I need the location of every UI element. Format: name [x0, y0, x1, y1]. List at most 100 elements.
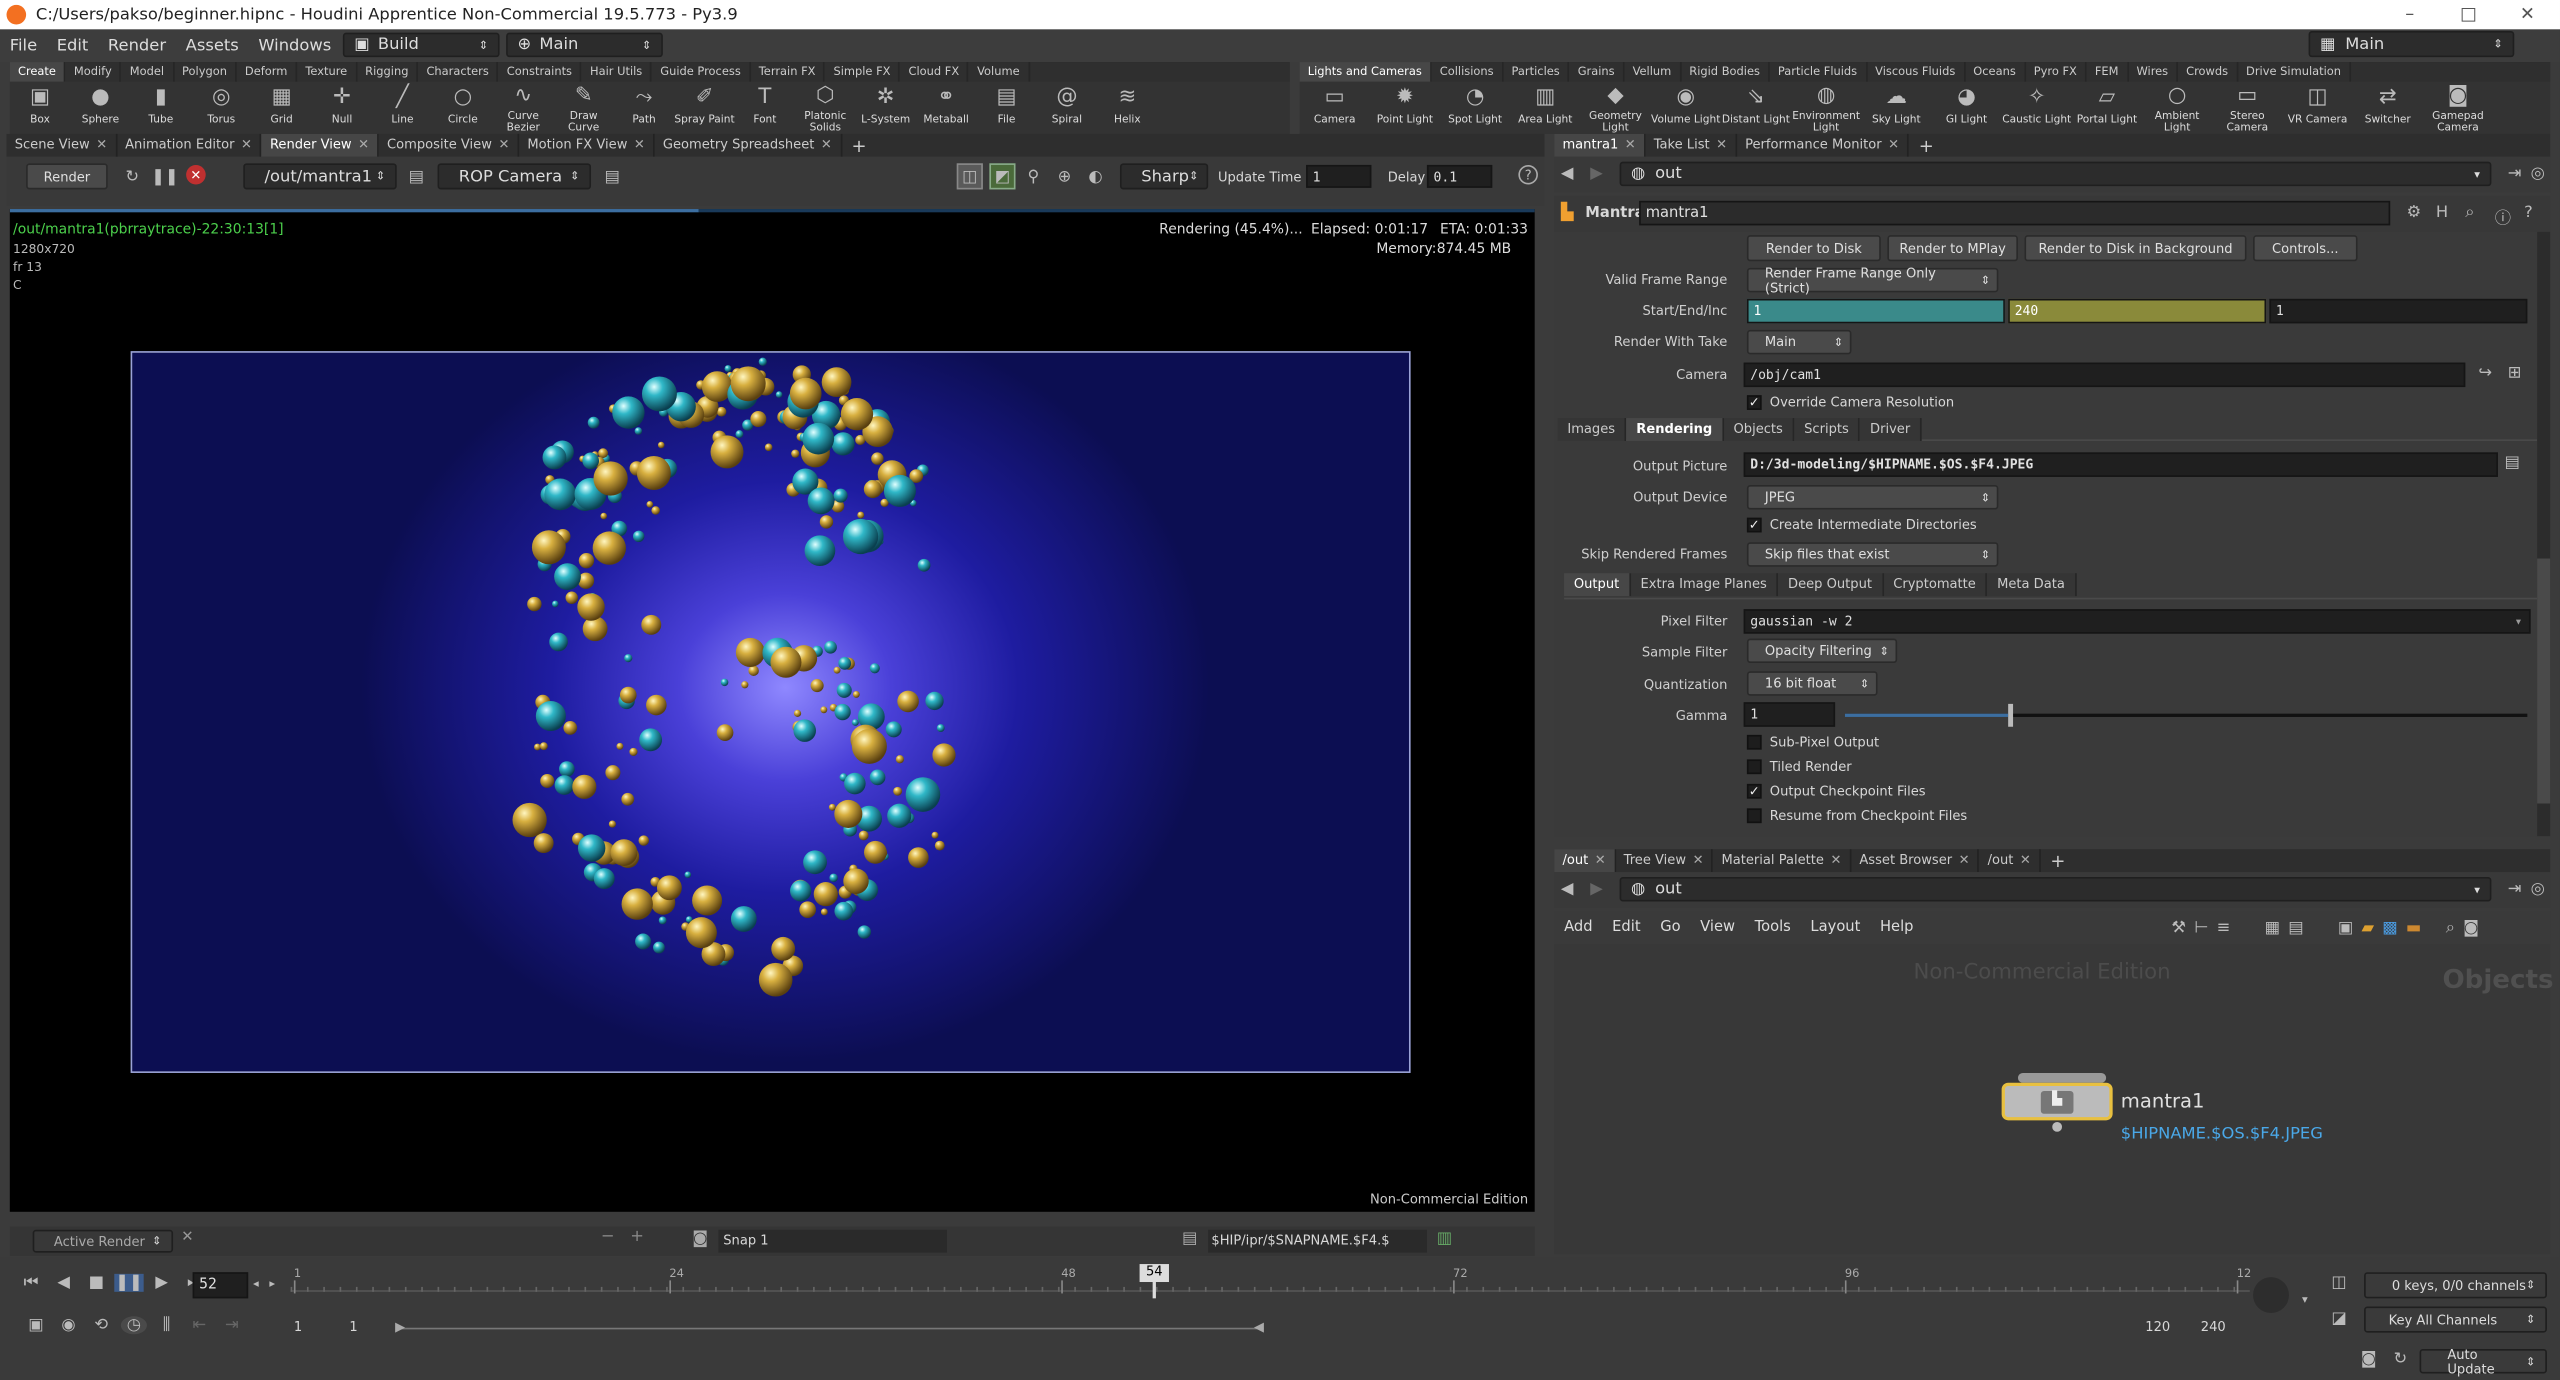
- image-icon[interactable]: ▣: [2338, 918, 2353, 938]
- tool-ambient-light[interactable]: ○ Ambient Light: [2142, 82, 2212, 134]
- shelf-tab-create[interactable]: Create: [9, 62, 66, 82]
- output-tab-extra-image-planes[interactable]: Extra Image Planes: [1630, 573, 1779, 597]
- close-tab-icon[interactable]: ✕: [241, 137, 252, 152]
- tab-scene-view[interactable]: Scene View ✕: [7, 133, 117, 157]
- back-icon[interactable]: ◀: [1561, 880, 1574, 898]
- quantization-select[interactable]: 16 bit float ⇕: [1746, 671, 1878, 696]
- network-menu-add[interactable]: Add: [1554, 919, 1602, 935]
- tool-geometry-light[interactable]: ◆ Geometry Light: [1580, 82, 1650, 134]
- tool-sphere[interactable]: ● Sphere: [70, 82, 130, 134]
- search-icon[interactable]: ⌕: [2446, 918, 2455, 938]
- prev-key-icon[interactable]: ⇤: [186, 1316, 212, 1334]
- timeline-ruler[interactable]: 1 24 48 72 96 12: [290, 1267, 2251, 1306]
- audio-icon[interactable]: [2253, 1277, 2289, 1314]
- output-checkpoint-files-checkbox[interactable]: ✓: [1746, 783, 1762, 799]
- network-menu-help[interactable]: Help: [1870, 919, 1923, 935]
- controls-button[interactable]: Controls...: [2253, 235, 2358, 262]
- tool-point-light[interactable]: ✹ Point Light: [1370, 82, 1440, 134]
- range-start-2[interactable]: 1: [349, 1320, 357, 1335]
- tool-switcher[interactable]: ⇄ Switcher: [2353, 82, 2423, 134]
- gear-icon[interactable]: ⚙: [2407, 204, 2422, 222]
- tab-tree-view[interactable]: Tree View ✕: [1616, 849, 1714, 873]
- shelf-tab-drive-simulation[interactable]: Drive Simulation: [2238, 62, 2351, 82]
- close-tab-icon[interactable]: ✕: [821, 137, 832, 152]
- tab-out[interactable]: /out ✕: [1979, 849, 2041, 873]
- tool-file[interactable]: ▤ File: [976, 82, 1036, 134]
- desktop-main-select[interactable]: ⊕ Main ⇕: [506, 32, 663, 58]
- tool-distant-light[interactable]: ⇘ Distant Light: [1721, 82, 1791, 134]
- close-snapshot-icon[interactable]: ✕: [181, 1230, 193, 1246]
- key-icon[interactable]: ◪: [2331, 1310, 2346, 1328]
- back-icon[interactable]: ◀: [1561, 165, 1574, 183]
- close-tab-icon[interactable]: ✕: [1830, 852, 1841, 867]
- shelf-tab-grains[interactable]: Grains: [1570, 62, 1625, 82]
- render-to-disk-background-button[interactable]: Render to Disk in Background: [2024, 235, 2247, 262]
- close-tab-icon[interactable]: ✕: [1716, 137, 1727, 152]
- shelf-tab-viscous-fluids[interactable]: Viscous Fluids: [1867, 62, 1966, 82]
- range-left-handle[interactable]: ▶: [395, 1320, 405, 1335]
- snapshot-save-icon[interactable]: ▥: [1437, 1230, 1452, 1248]
- resume-from-checkpoint-files-checkbox[interactable]: [1746, 808, 1762, 824]
- menu-windows[interactable]: Windows: [249, 37, 341, 55]
- tool-spot-light[interactable]: ◔ Spot Light: [1440, 82, 1510, 134]
- pin-icon[interactable]: ⇥: [2508, 165, 2522, 183]
- search-icon[interactable]: ⌕: [2465, 204, 2474, 222]
- help-icon[interactable]: ?: [2524, 204, 2533, 222]
- start-frame-field[interactable]: 1: [1746, 298, 2005, 324]
- menu-assets[interactable]: Assets: [176, 37, 249, 55]
- menu-edit[interactable]: Edit: [47, 37, 98, 55]
- tab-animation-editor[interactable]: Animation Editor ✕: [117, 133, 262, 157]
- tab-geometry-spreadsheet[interactable]: Geometry Spreadsheet ✕: [655, 133, 842, 157]
- param-scrollbar[interactable]: [2537, 231, 2551, 837]
- realtime-icon[interactable]: ◷: [120, 1316, 147, 1335]
- tree-icon[interactable]: ⊢: [2194, 918, 2208, 938]
- active-render-select[interactable]: Active Render ⇕: [32, 1229, 174, 1253]
- pause-icon[interactable]: ❚❚: [114, 1273, 144, 1292]
- tool-tube[interactable]: ▮ Tube: [131, 82, 191, 134]
- next-key-icon[interactable]: ⇥: [219, 1316, 245, 1334]
- menu-render[interactable]: Render: [98, 37, 176, 55]
- tool-metaball[interactable]: ⚭ Metaball: [916, 82, 976, 134]
- jump-start-icon[interactable]: ⏮: [16, 1274, 45, 1292]
- close-tab-icon[interactable]: ✕: [1693, 852, 1704, 867]
- dropdown-icon[interactable]: ▾: [2302, 1293, 2308, 1306]
- shelf-tab-crowds[interactable]: Crowds: [2178, 62, 2238, 82]
- tool-helix[interactable]: ≋ Helix: [1097, 82, 1157, 134]
- current-frame-field[interactable]: 52: [192, 1272, 249, 1299]
- delay-field[interactable]: 0.1: [1426, 164, 1493, 188]
- hda-icon[interactable]: H: [2436, 204, 2448, 222]
- add-tab-icon[interactable]: +: [1909, 135, 1944, 156]
- range-start[interactable]: 1: [294, 1320, 302, 1335]
- desktop-build-select[interactable]: ▣ Build ⇕: [342, 32, 500, 58]
- gamma-field[interactable]: 1: [1743, 702, 1836, 727]
- palette-icon[interactable]: ▩: [2382, 918, 2397, 938]
- camera-select[interactable]: ROP Camera ⇕: [437, 163, 592, 190]
- shelf-tab-volume[interactable]: Volume: [969, 62, 1030, 82]
- close-tab-icon[interactable]: ✕: [634, 137, 645, 152]
- shelf-tab-constraints[interactable]: Constraints: [499, 62, 582, 82]
- tab-motion-fx-view[interactable]: Motion FX View ✕: [519, 133, 655, 157]
- auto-update-select[interactable]: Auto Update ⇕: [2419, 1347, 2547, 1376]
- render-button[interactable]: Render: [26, 163, 108, 190]
- shelf-tab-polygon[interactable]: Polygon: [174, 62, 237, 82]
- add-tab-icon[interactable]: +: [842, 135, 877, 156]
- shelf-tab-rigging[interactable]: Rigging: [357, 62, 419, 82]
- tab-take-list[interactable]: Take List ✕: [1646, 133, 1737, 157]
- select-icon[interactable]: ▣: [23, 1316, 49, 1334]
- param-tab-scripts[interactable]: Scripts: [1794, 418, 1861, 441]
- tool-volume-light[interactable]: ◉ Volume Light: [1651, 82, 1721, 134]
- snapshot-path[interactable]: $HIP/ipr/$SNAPNAME.$F4.$: [1208, 1229, 1427, 1253]
- sharp-select[interactable]: Sharp ⇕: [1119, 163, 1209, 190]
- link-icon[interactable]: ◎: [2531, 880, 2545, 898]
- shelf-tab-model[interactable]: Model: [122, 62, 174, 82]
- shelf-tab-hair-utils[interactable]: Hair Utils: [582, 62, 653, 82]
- step-forward-icon[interactable]: ▸: [269, 1277, 275, 1290]
- play-reverse-icon[interactable]: ◀: [49, 1274, 78, 1292]
- tool-torus[interactable]: ◎ Torus: [191, 82, 251, 134]
- shelf-tab-deform[interactable]: Deform: [237, 62, 298, 82]
- tool-spiral[interactable]: @ Spiral: [1037, 82, 1097, 134]
- shelf-tab-characters[interactable]: Characters: [418, 62, 499, 82]
- tool-sky-light[interactable]: ☁ Sky Light: [1861, 82, 1931, 134]
- info-icon[interactable]: ⓘ: [2495, 204, 2511, 229]
- end-frame-field[interactable]: 240: [2008, 298, 2267, 324]
